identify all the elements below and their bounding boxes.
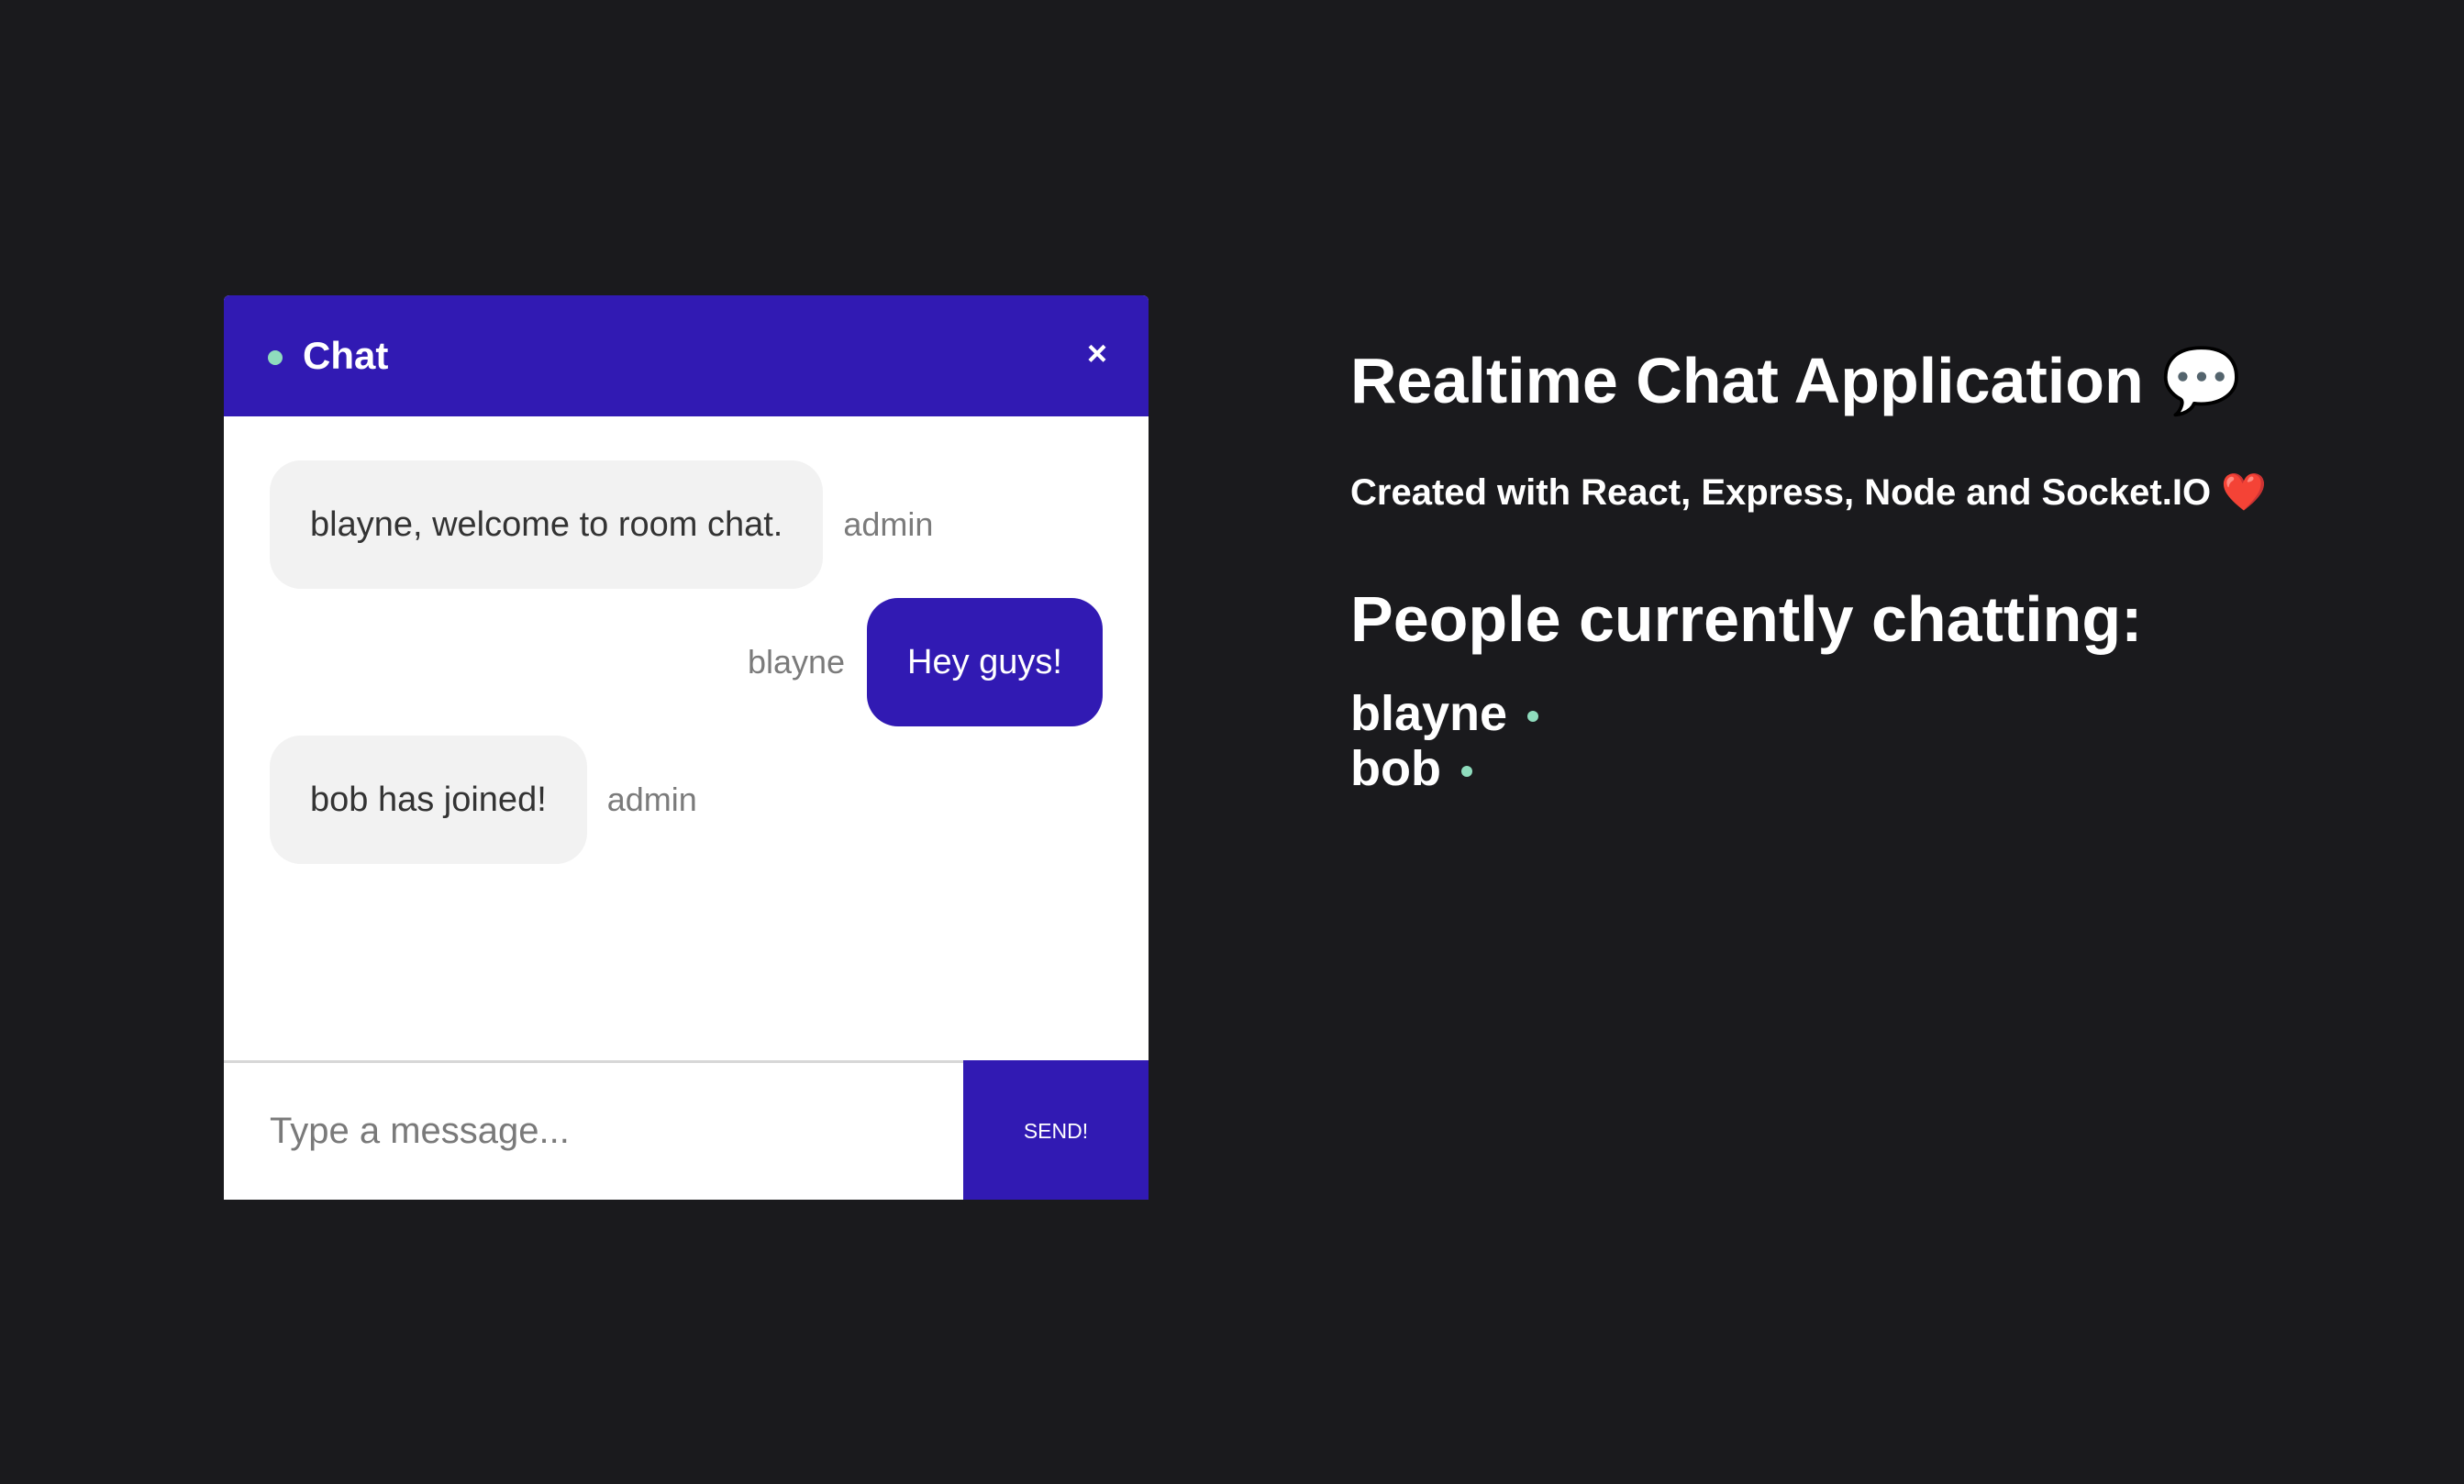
- chat-window: Chat × blayne, welcome to room chat. adm…: [224, 295, 1149, 1200]
- page: Chat × blayne, welcome to room chat. adm…: [0, 0, 2464, 1484]
- message-sender: blayne: [747, 643, 846, 681]
- send-button[interactable]: SEND!: [963, 1060, 1149, 1200]
- speech-bubble-icon: 💬: [2161, 343, 2242, 418]
- info-panel: Realtime Chat Application 💬 Created with…: [1350, 339, 2405, 796]
- close-icon[interactable]: ×: [1079, 336, 1115, 372]
- person-item: blayne: [1350, 686, 2405, 741]
- heart-icon: ❤️: [2221, 471, 2268, 514]
- chat-title: Chat: [303, 334, 389, 377]
- person-name: blayne: [1350, 686, 1508, 741]
- person-item: bob: [1350, 741, 2405, 796]
- online-status-icon: [1460, 766, 1472, 777]
- message-bubble: bob has joined!: [270, 736, 587, 864]
- app-title: Realtime Chat Application 💬: [1350, 339, 2405, 422]
- message-sender: admin: [606, 781, 697, 818]
- message-row: blayne Hey guys!: [270, 598, 1103, 726]
- message-row: blayne, welcome to room chat. admin: [270, 460, 1103, 589]
- chat-header: Chat ×: [224, 295, 1149, 416]
- message-sender: admin: [843, 505, 934, 543]
- message-composer: SEND!: [224, 1060, 1149, 1200]
- message-list[interactable]: blayne, welcome to room chat. admin blay…: [224, 416, 1149, 1060]
- people-heading: People currently chatting:: [1350, 583, 2143, 655]
- app-subtitle: Created with React, Express, Node and So…: [1350, 470, 2405, 515]
- message-input[interactable]: [224, 1063, 963, 1200]
- message-row: bob has joined! admin: [270, 736, 1103, 864]
- online-status-icon: [268, 350, 283, 365]
- online-status-icon: [1527, 711, 1539, 722]
- people-list: blayne bob: [1350, 686, 2405, 796]
- app-title-text: Realtime Chat Application: [1350, 345, 2144, 416]
- app-subtitle-text: Created with React, Express, Node and So…: [1350, 472, 2212, 513]
- person-name: bob: [1350, 741, 1441, 796]
- message-bubble: blayne, welcome to room chat.: [270, 460, 824, 589]
- message-bubble: Hey guys!: [867, 598, 1103, 726]
